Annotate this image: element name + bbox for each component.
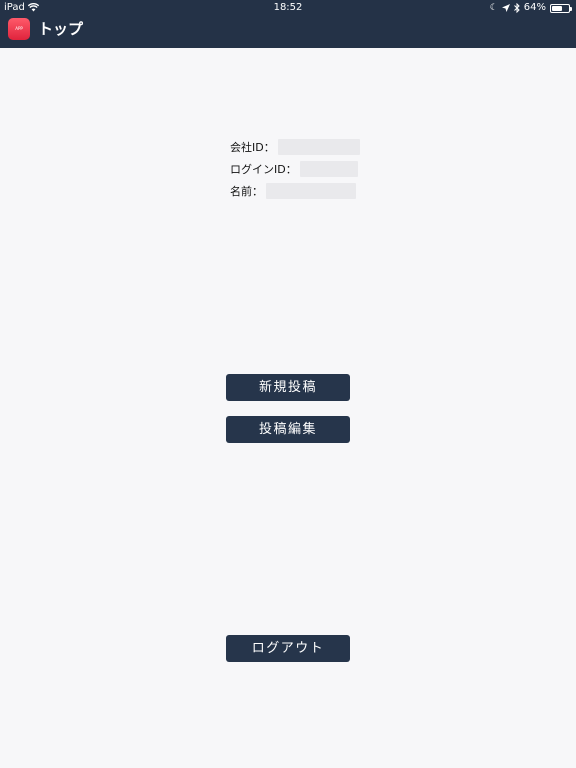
status-right-group: ☾ 64% — [489, 0, 572, 16]
top-bar: iPad 18:52 ☾ 64% APP トップ — [0, 0, 576, 48]
app-logo-icon: APP — [8, 18, 30, 40]
company-id-value-redacted — [277, 139, 360, 155]
name-value-redacted — [266, 183, 356, 199]
logout-button[interactable]: ログアウト — [226, 635, 350, 662]
bluetooth-icon — [513, 3, 520, 13]
battery-fill — [552, 5, 563, 11]
login-id-label: ログインID： — [230, 163, 297, 176]
user-info: 会社ID： ログインID： 名前： — [230, 136, 360, 202]
battery-icon — [550, 3, 572, 13]
login-id-value-redacted — [299, 161, 358, 177]
moon-icon: ☾ — [489, 3, 498, 13]
page-title: トップ — [38, 20, 84, 38]
login-id-row: ログインID： — [230, 158, 360, 180]
edit-post-button[interactable]: 投稿編集 — [226, 416, 350, 443]
location-arrow-icon — [501, 4, 510, 12]
company-id-row: 会社ID： — [230, 136, 360, 158]
status-bar: iPad 18:52 ☾ 64% — [0, 0, 576, 16]
name-row: 名前： — [230, 180, 360, 202]
company-id-label: 会社ID： — [230, 141, 275, 154]
name-label: 名前： — [230, 185, 263, 198]
new-post-button[interactable]: 新規投稿 — [226, 374, 350, 401]
battery-percent: 64% — [523, 2, 546, 13]
